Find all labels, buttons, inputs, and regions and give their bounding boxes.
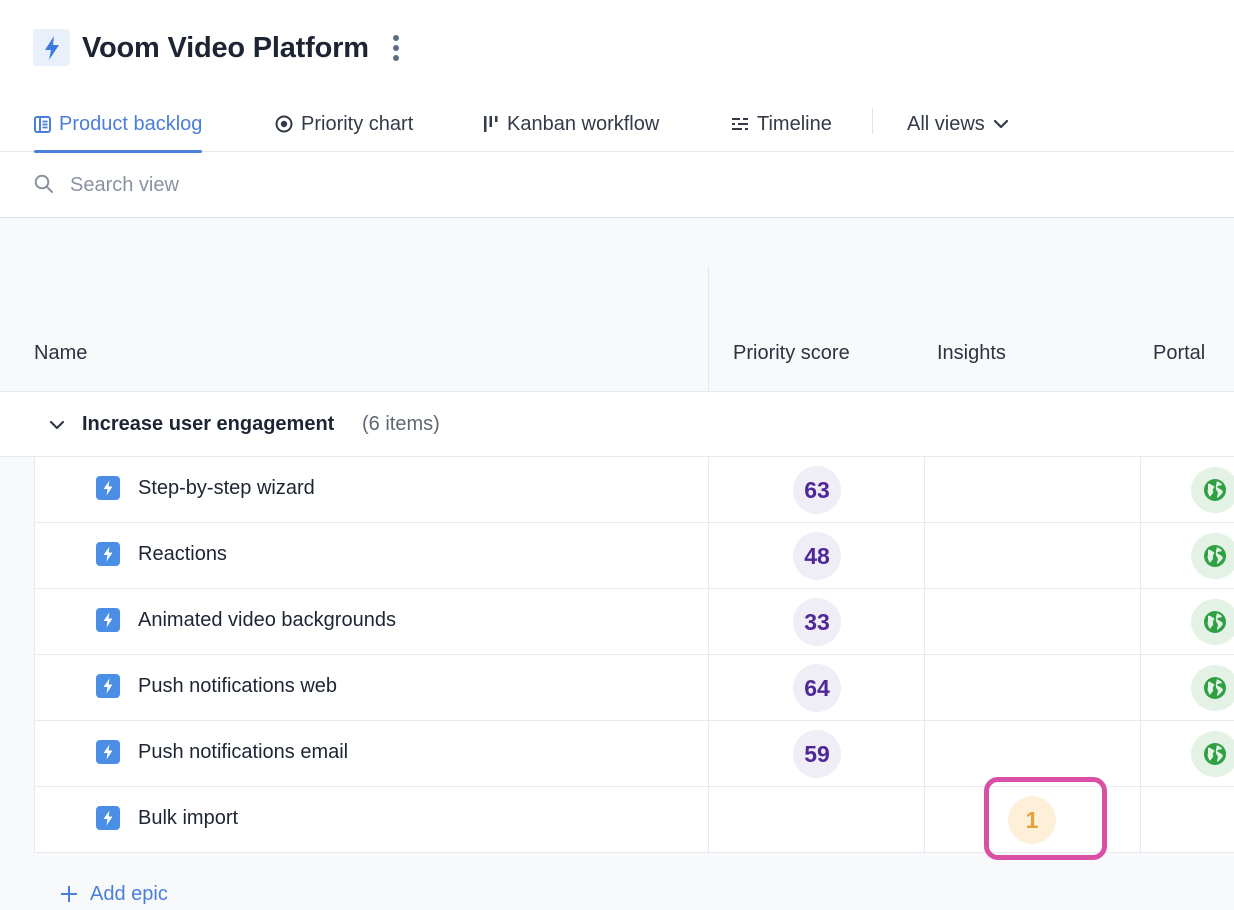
table-row[interactable]: Push notifications email 59: [34, 721, 1234, 787]
group-name: Increase user engagement: [82, 413, 335, 435]
priority-score-badge[interactable]: 48: [793, 532, 841, 580]
priority-score-badge[interactable]: 33: [793, 598, 841, 646]
table-row[interactable]: Step-by-step wizard 63: [34, 457, 1234, 523]
search-bar: [0, 152, 1234, 218]
group-count: (6 items): [362, 413, 440, 435]
tab-label: All views: [907, 112, 985, 135]
feature-bolt-icon: [96, 476, 120, 500]
feature-name[interactable]: Push notifications web: [138, 675, 337, 698]
add-epic-label: Add epic: [90, 882, 168, 905]
tab-label: Priority chart: [301, 112, 414, 135]
kanban-icon: [483, 115, 499, 133]
feature-bolt-icon: [96, 740, 120, 764]
backlog-grid: Name Priority score Insights Portal Incr…: [0, 218, 1234, 910]
feature-bolt-icon: [96, 806, 120, 830]
chevron-down-icon[interactable]: [46, 414, 68, 436]
globe-icon[interactable]: [1191, 467, 1234, 513]
tab-kanban-workflow[interactable]: Kanban workflow: [483, 96, 659, 152]
feature-name[interactable]: Step-by-step wizard: [138, 477, 315, 500]
tab-all-views[interactable]: All views: [907, 96, 1009, 152]
feature-name[interactable]: Reactions: [138, 543, 227, 566]
feature-bolt-icon: [96, 608, 120, 632]
column-header-name[interactable]: Name: [34, 342, 87, 365]
vertical-ellipsis-icon[interactable]: [386, 32, 406, 64]
table-row[interactable]: Animated video backgrounds 33: [34, 589, 1234, 655]
list-icon: [34, 115, 51, 133]
feature-bolt-icon: [96, 542, 120, 566]
tab-label: Timeline: [757, 112, 832, 135]
feature-name[interactable]: Bulk import: [138, 807, 238, 830]
feature-name[interactable]: Animated video backgrounds: [138, 609, 396, 632]
priority-score-badge[interactable]: 59: [793, 730, 841, 778]
tab-product-backlog[interactable]: Product backlog: [34, 96, 203, 153]
view-tabs: Product backlog Priority chart Kanban wo…: [0, 96, 1234, 153]
globe-icon[interactable]: [1191, 599, 1234, 645]
search-input[interactable]: [60, 166, 660, 204]
tab-timeline[interactable]: Timeline: [731, 96, 832, 152]
column-header-insights[interactable]: Insights: [937, 342, 1006, 365]
tab-priority-chart[interactable]: Priority chart: [275, 96, 413, 152]
table-row[interactable]: Reactions 48: [34, 523, 1234, 589]
globe-icon[interactable]: [1191, 731, 1234, 777]
bolt-icon: [33, 29, 70, 66]
tab-divider: [872, 108, 873, 134]
insights-count-badge[interactable]: 1: [1008, 796, 1056, 844]
page-title: Voom Video Platform: [82, 32, 369, 64]
column-header-row: Name Priority score Insights Portal: [0, 218, 1234, 392]
column-resize-handle[interactable]: [708, 266, 709, 392]
feature-name[interactable]: Push notifications email: [138, 741, 348, 764]
column-header-priority-score[interactable]: Priority score: [733, 342, 850, 365]
plus-icon: [60, 885, 78, 903]
target-icon: [275, 115, 293, 133]
group-row[interactable]: Increase user engagement (6 items): [0, 392, 1234, 457]
priority-score-badge[interactable]: 63: [793, 466, 841, 514]
feature-rows: Step-by-step wizard 63 Reactions 48 Anim…: [34, 457, 1234, 853]
globe-icon[interactable]: [1191, 533, 1234, 579]
globe-icon[interactable]: [1191, 665, 1234, 711]
search-icon: [34, 174, 54, 199]
tab-label: Kanban workflow: [507, 112, 660, 135]
timeline-icon: [731, 116, 749, 132]
table-row[interactable]: Push notifications web 64: [34, 655, 1234, 721]
priority-score-badge[interactable]: 64: [793, 664, 841, 712]
tab-label: Product backlog: [59, 112, 203, 135]
column-header-portal[interactable]: Portal: [1153, 342, 1205, 365]
feature-bolt-icon: [96, 674, 120, 698]
chevron-down-icon: [993, 119, 1009, 129]
page-header: Voom Video Platform: [0, 0, 1234, 96]
table-row[interactable]: Bulk import 1: [34, 787, 1234, 853]
add-epic-button[interactable]: Add epic: [60, 880, 168, 908]
